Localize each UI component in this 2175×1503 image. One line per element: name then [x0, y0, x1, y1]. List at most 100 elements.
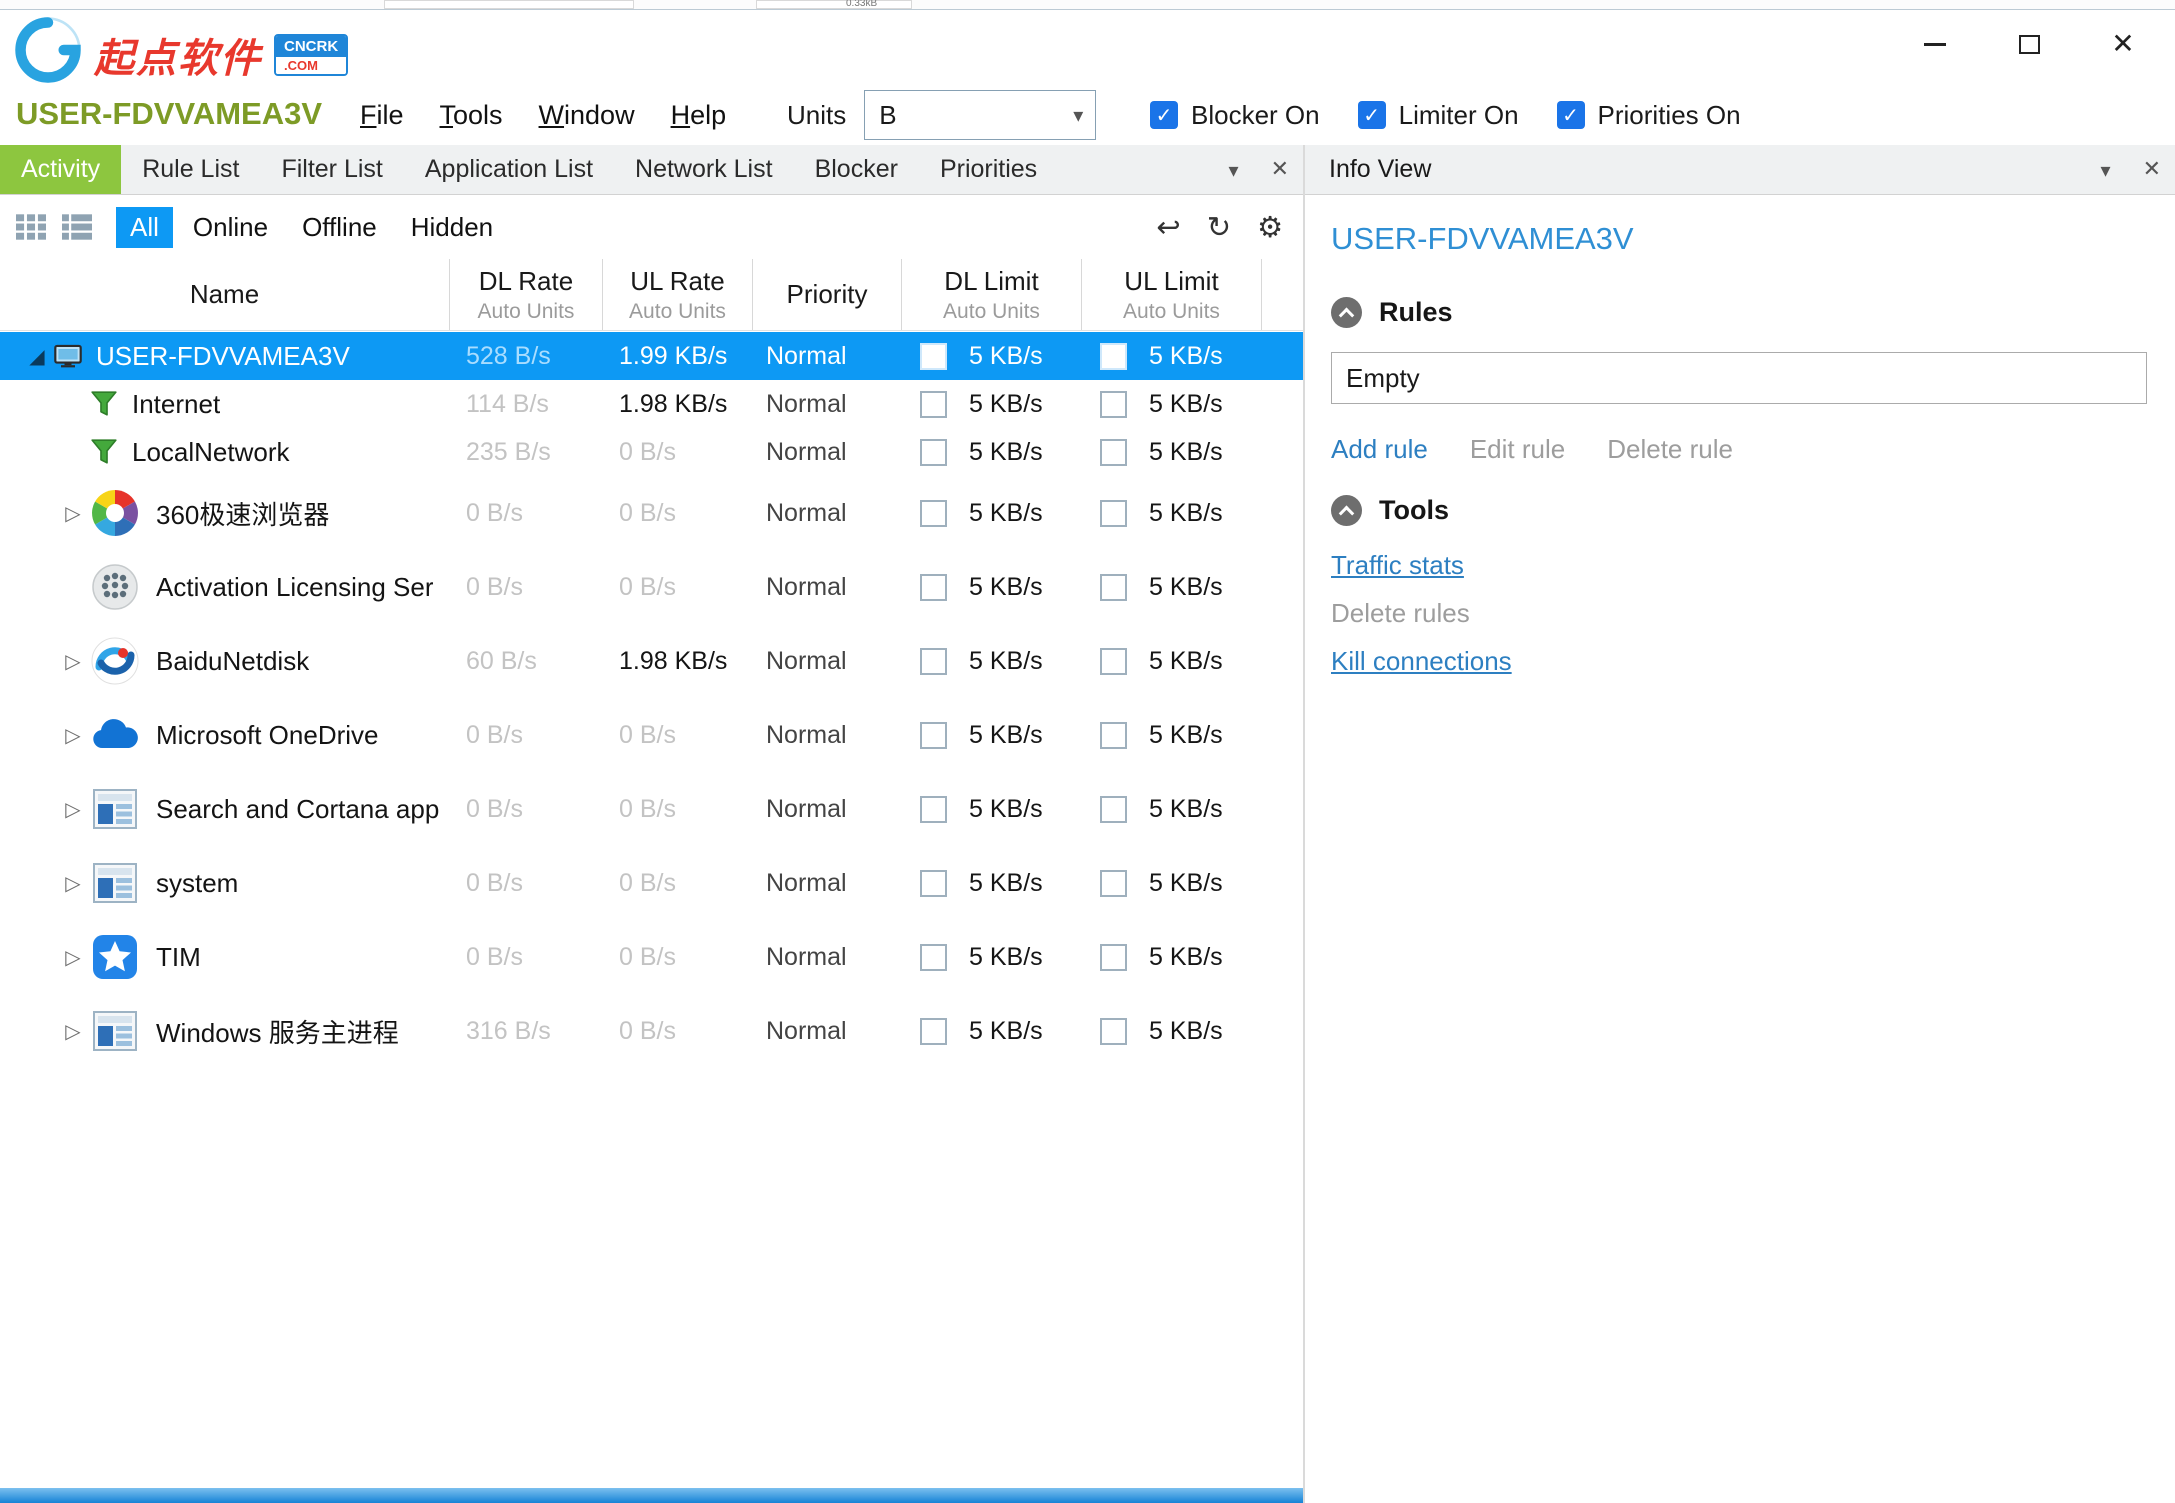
checkbox-checked-icon[interactable]: ✓: [1557, 101, 1585, 129]
checkbox-checked-icon[interactable]: ✓: [1150, 101, 1178, 129]
ul-limit-checkbox[interactable]: [1100, 574, 1127, 601]
delete-rules-link[interactable]: Delete rules: [1331, 598, 2147, 629]
ul-limit-checkbox[interactable]: [1100, 870, 1127, 897]
expand-arrow[interactable]: ▷: [56, 501, 90, 525]
filter-option-online[interactable]: Online: [179, 207, 282, 248]
ul-rate-value: 1.98 KB/s: [603, 380, 753, 428]
ul-limit-checkbox[interactable]: [1100, 500, 1127, 527]
column-header-name[interactable]: Name: [0, 259, 450, 330]
toggle-limiter-on[interactable]: ✓Limiter On: [1358, 100, 1519, 131]
priority-value: Normal: [753, 428, 902, 476]
expand-arrow[interactable]: ▷: [56, 723, 90, 747]
grid-view-icon[interactable]: [16, 213, 48, 241]
dl-rate-value: 0 B/s: [450, 550, 603, 624]
gear-icon[interactable]: ⚙: [1257, 210, 1283, 244]
tabbar-close-button[interactable]: ✕: [1271, 157, 1289, 182]
add-rule-link[interactable]: Add rule: [1331, 434, 1428, 465]
details-view-icon[interactable]: [62, 213, 94, 241]
units-dropdown[interactable]: B ▾: [864, 90, 1096, 140]
dl-limit-cell: 5 KB/s: [902, 994, 1082, 1068]
ul-limit-checkbox[interactable]: [1100, 1018, 1127, 1045]
tab-blocker[interactable]: Blocker: [794, 145, 919, 194]
ul-limit-cell: 5 KB/s: [1082, 846, 1262, 920]
ul-limit-checkbox[interactable]: [1100, 722, 1127, 749]
edit-rule-link[interactable]: Edit rule: [1470, 434, 1565, 465]
expand-arrow[interactable]: ◢: [20, 344, 54, 368]
rules-list-box[interactable]: Empty: [1331, 352, 2147, 404]
tabbar-dropdown-button[interactable]: ▾: [1229, 158, 1239, 182]
dl-limit-checkbox[interactable]: [920, 944, 947, 971]
tab-activity[interactable]: Activity: [0, 145, 121, 194]
table-row[interactable]: ▷ Microsoft OneDrive 0 B/s 0 B/s Normal …: [0, 698, 1303, 772]
ul-limit-checkbox[interactable]: [1100, 439, 1127, 466]
table-row[interactable]: Activation Licensing Ser 0 B/s 0 B/s Nor…: [0, 550, 1303, 624]
checkbox-checked-icon[interactable]: ✓: [1358, 101, 1386, 129]
table-row[interactable]: ▷ system 0 B/s 0 B/s Normal 5 KB/s 5 KB/…: [0, 846, 1303, 920]
ul-limit-checkbox[interactable]: [1100, 343, 1127, 370]
minimize-button[interactable]: [1919, 28, 1951, 60]
ul-limit-checkbox[interactable]: [1100, 796, 1127, 823]
table-row[interactable]: ▷ Search and Cortana app 0 B/s 0 B/s Nor…: [0, 772, 1303, 846]
dl-limit-checkbox[interactable]: [920, 1018, 947, 1045]
column-header-ul-limit[interactable]: UL LimitAuto Units: [1082, 259, 1262, 330]
filter-option-offline[interactable]: Offline: [288, 207, 391, 248]
dl-limit-checkbox[interactable]: [920, 391, 947, 418]
traffic-stats-link[interactable]: Traffic stats: [1331, 550, 2147, 581]
table-row[interactable]: Internet 114 B/s 1.98 KB/s Normal 5 KB/s…: [0, 380, 1303, 428]
table-row[interactable]: ▷ BaiduNetdisk 60 B/s 1.98 KB/s Normal 5…: [0, 624, 1303, 698]
ul-limit-checkbox[interactable]: [1100, 391, 1127, 418]
menu-file[interactable]: File: [360, 100, 404, 131]
refresh-icon[interactable]: ↻: [1207, 210, 1231, 244]
dl-limit-value: 5 KB/s: [969, 721, 1043, 750]
expand-arrow[interactable]: ▷: [56, 1019, 90, 1043]
kill-connections-link[interactable]: Kill connections: [1331, 646, 2147, 677]
revert-icon[interactable]: ↩: [1156, 210, 1180, 244]
filter-option-hidden[interactable]: Hidden: [397, 207, 507, 248]
expand-arrow[interactable]: ▷: [56, 871, 90, 895]
table-row[interactable]: ▷ 360极速浏览器 0 B/s 0 B/s Normal 5 KB/s 5 K…: [0, 476, 1303, 550]
ul-limit-checkbox[interactable]: [1100, 648, 1127, 675]
tab-network-list[interactable]: Network List: [614, 145, 794, 194]
tab-application-list[interactable]: Application List: [404, 145, 614, 194]
name-cell: ▷ system: [0, 846, 450, 920]
maximize-button[interactable]: [2013, 28, 2045, 60]
infoview-close-button[interactable]: ✕: [2143, 157, 2161, 182]
infoview-dropdown-button[interactable]: ▾: [2101, 158, 2111, 182]
table-row[interactable]: ▷ Windows 服务主进程 316 B/s 0 B/s Normal 5 K…: [0, 994, 1303, 1068]
delete-rule-link[interactable]: Delete rule: [1607, 434, 1733, 465]
dl-limit-checkbox[interactable]: [920, 870, 947, 897]
column-header-dl-limit[interactable]: DL LimitAuto Units: [902, 259, 1082, 330]
expand-arrow[interactable]: ▷: [56, 649, 90, 673]
toggle-priorities-on[interactable]: ✓Priorities On: [1557, 100, 1741, 131]
column-header-ul-rate[interactable]: UL RateAuto Units: [603, 259, 753, 330]
table-row[interactable]: ▷ TIM 0 B/s 0 B/s Normal 5 KB/s 5 KB/s: [0, 920, 1303, 994]
dl-limit-checkbox[interactable]: [920, 439, 947, 466]
tab-rule-list[interactable]: Rule List: [121, 145, 260, 194]
dl-limit-checkbox[interactable]: [920, 500, 947, 527]
rules-collapse-button[interactable]: [1331, 297, 1362, 328]
menu-help[interactable]: Help: [671, 100, 727, 131]
dl-limit-checkbox[interactable]: [920, 722, 947, 749]
filter-option-all[interactable]: All: [116, 207, 173, 248]
ul-limit-cell: 5 KB/s: [1082, 772, 1262, 846]
menu-tools[interactable]: Tools: [440, 100, 503, 131]
dl-limit-checkbox[interactable]: [920, 343, 947, 370]
ul-limit-checkbox[interactable]: [1100, 944, 1127, 971]
dl-limit-checkbox[interactable]: [920, 574, 947, 601]
expand-arrow[interactable]: ▷: [56, 945, 90, 969]
dl-limit-checkbox[interactable]: [920, 648, 947, 675]
dl-limit-checkbox[interactable]: [920, 796, 947, 823]
tools-collapse-button[interactable]: [1331, 495, 1362, 526]
table-row[interactable]: LocalNetwork 235 B/s 0 B/s Normal 5 KB/s…: [0, 428, 1303, 476]
expand-arrow[interactable]: ▷: [56, 797, 90, 821]
menu-window[interactable]: Window: [539, 100, 635, 131]
table-row[interactable]: ◢ USER-FDVVAMEA3V 528 B/s 1.99 KB/s Norm…: [0, 332, 1303, 380]
close-button[interactable]: ✕: [2107, 28, 2139, 60]
row-filler: [1262, 846, 1303, 920]
column-header-priority[interactable]: Priority: [753, 259, 902, 330]
rules-section-header: Rules: [1331, 297, 2147, 328]
tab-priorities[interactable]: Priorities: [919, 145, 1058, 194]
toggle-blocker-on[interactable]: ✓Blocker On: [1150, 100, 1320, 131]
tab-filter-list[interactable]: Filter List: [260, 145, 403, 194]
column-header-dl-rate[interactable]: DL RateAuto Units: [450, 259, 603, 330]
